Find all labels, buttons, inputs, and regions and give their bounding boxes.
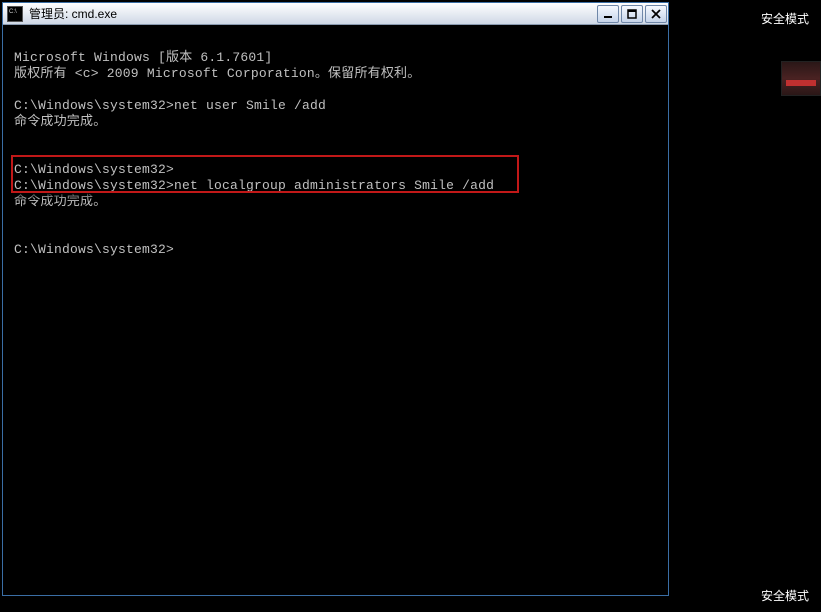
- line-version: Microsoft Windows [版本 6.1.7601]: [14, 50, 272, 65]
- desktop-thumbnail: [781, 61, 821, 96]
- maximize-button[interactable]: [621, 5, 643, 23]
- cmd-window: 管理员: cmd.exe Microsoft Windows [版本 6.1.7…: [2, 2, 669, 596]
- line-prompt3: C:\Windows\system32>: [14, 242, 174, 257]
- close-button[interactable]: [645, 5, 667, 23]
- line-cmd2: C:\Windows\system32>net localgroup admin…: [14, 178, 494, 193]
- line-cmd1: C:\Windows\system32>net user Smile /add: [14, 98, 326, 113]
- minimize-button[interactable]: [597, 5, 619, 23]
- window-title: 管理员: cmd.exe: [27, 5, 596, 22]
- line-copyright: 版权所有 <c> 2009 Microsoft Corporation。保留所有…: [14, 66, 420, 81]
- titlebar[interactable]: 管理员: cmd.exe: [3, 3, 668, 25]
- line-ok2: 命令成功完成。: [14, 194, 106, 209]
- line-ok1: 命令成功完成。: [14, 114, 106, 129]
- cmd-icon: [7, 6, 23, 22]
- safe-mode-label-bottom: 安全模式: [761, 587, 809, 604]
- terminal-area[interactable]: Microsoft Windows [版本 6.1.7601] 版权所有 <c>…: [6, 26, 665, 592]
- line-prompt2: C:\Windows\system32>: [14, 162, 174, 177]
- safe-mode-label-top: 安全模式: [761, 10, 809, 27]
